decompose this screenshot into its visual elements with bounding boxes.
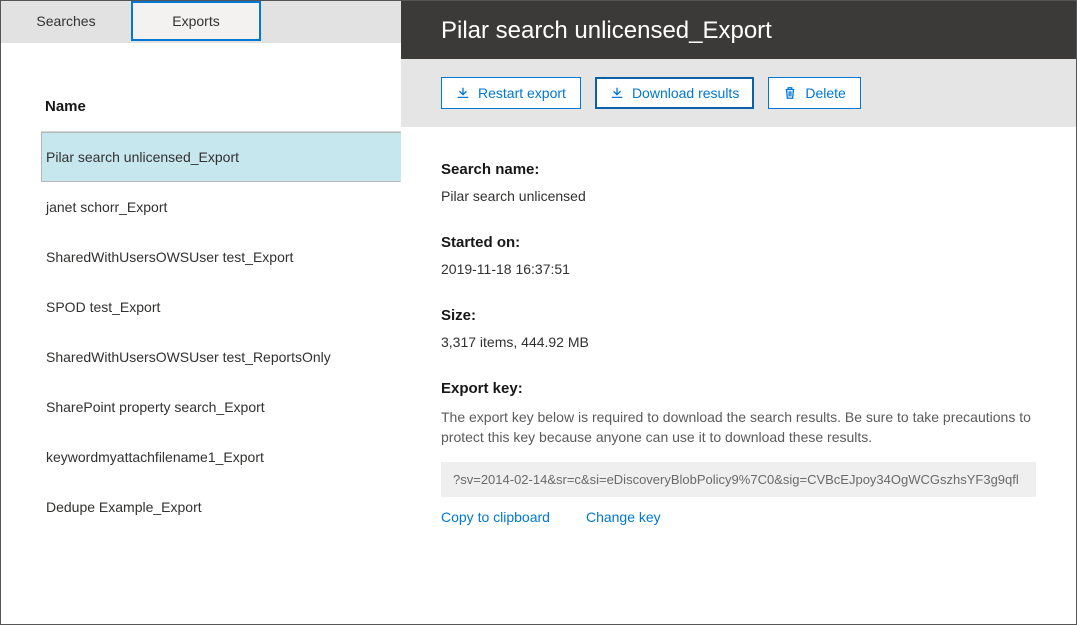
list-item[interactable]: janet schorr_Export [41, 182, 401, 232]
download-icon [610, 86, 624, 100]
export-key-actions: Copy to clipboard Change key [441, 509, 1036, 525]
list-item[interactable]: SharedWithUsersOWSUser test_Export [41, 232, 401, 282]
list-item[interactable]: SPOD test_Export [41, 282, 401, 332]
download-results-label: Download results [632, 85, 739, 101]
started-on-label: Started on: [441, 234, 1036, 251]
trash-icon [783, 86, 797, 100]
export-key-value[interactable]: ?sv=2014-02-14&sr=c&si=eDiscoveryBlobPol… [441, 462, 1036, 497]
export-key-label: Export key: [441, 380, 1036, 397]
copy-to-clipboard-link[interactable]: Copy to clipboard [441, 509, 550, 525]
size-label: Size: [441, 307, 1036, 324]
started-on-value: 2019-11-18 16:37:51 [441, 261, 1036, 277]
list-item[interactable]: Pilar search unlicensed_Export [41, 132, 401, 182]
detail-body: Search name: Pilar search unlicensed Sta… [401, 127, 1076, 624]
change-key-link[interactable]: Change key [586, 509, 661, 525]
tab-exports[interactable]: Exports [131, 1, 261, 41]
restart-export-button[interactable]: Restart export [441, 77, 581, 109]
search-name-value: Pilar search unlicensed [441, 188, 1036, 204]
delete-button[interactable]: Delete [768, 77, 860, 109]
detail-panel: Pilar search unlicensed_Export Restart e… [401, 1, 1076, 624]
export-list: Pilar search unlicensed_Export janet sch… [1, 132, 401, 624]
tab-bar: Searches Exports [1, 1, 401, 43]
list-item[interactable]: keywordmyattachfilename1_Export [41, 432, 401, 482]
left-panel: Searches Exports Name Pilar search unlic… [1, 1, 401, 624]
download-results-button[interactable]: Download results [595, 77, 754, 109]
restart-export-label: Restart export [478, 85, 566, 101]
download-icon [456, 86, 470, 100]
delete-label: Delete [805, 85, 845, 101]
detail-title: Pilar search unlicensed_Export [401, 1, 1076, 59]
list-item[interactable]: Dedupe Example_Export [41, 482, 401, 532]
list-header-name: Name [1, 43, 401, 131]
tab-filler [261, 1, 401, 42]
search-name-label: Search name: [441, 161, 1036, 178]
detail-toolbar: Restart export Download results Delete [401, 59, 1076, 127]
size-value: 3,317 items, 444.92 MB [441, 334, 1036, 350]
list-item[interactable]: SharePoint property search_Export [41, 382, 401, 432]
export-key-hint: The export key below is required to down… [441, 407, 1036, 448]
list-item[interactable]: SharedWithUsersOWSUser test_ReportsOnly [41, 332, 401, 382]
tab-searches[interactable]: Searches [1, 1, 131, 41]
